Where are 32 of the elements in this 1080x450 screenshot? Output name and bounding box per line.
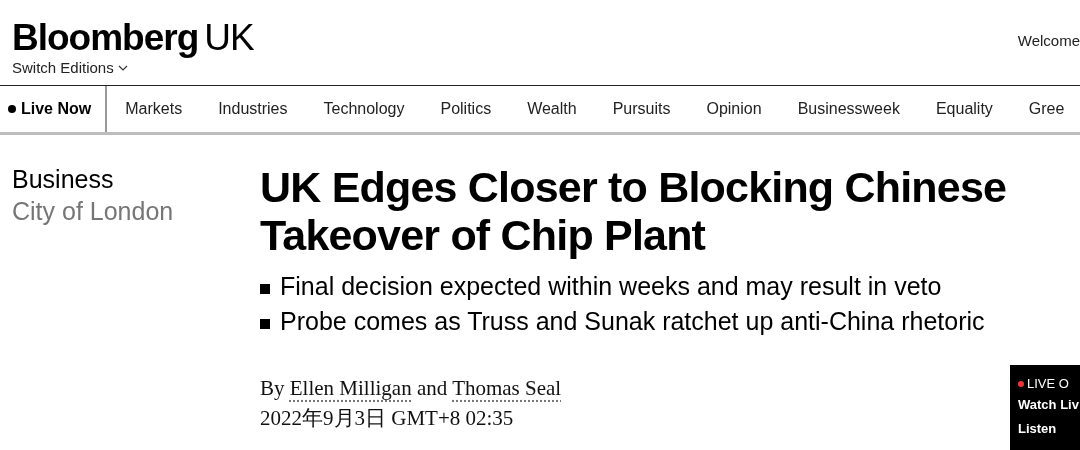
author-link[interactable]: Ellen Milligan [289,376,412,400]
section-label[interactable]: Business [12,163,260,195]
nav-link[interactable]: Industries [200,86,306,132]
nav-link[interactable]: Equality [917,86,1011,132]
welcome-text: Welcome [1017,32,1080,51]
chevron-down-icon [117,64,128,71]
nav-link[interactable]: Pursuits [594,86,689,132]
bullet-square-icon [260,318,270,329]
author-link[interactable]: Thomas Seal [452,376,562,400]
live-label: LIVE O [1018,375,1080,393]
live-dot-icon [8,105,16,113]
nav-link[interactable]: Opinion [688,86,780,132]
summary-bullet: Final decision expected within weeks and may result in veto [280,271,942,302]
nav-link[interactable]: Gree [1010,86,1080,132]
summary-bullet: Probe comes as Truss and Sunak ratchet up anti-China rhetoric [280,306,985,337]
subsection-label[interactable]: City of London [12,195,260,227]
byline-joiner: and [415,376,449,400]
nav-link[interactable]: Technology [305,86,423,132]
live-dot-icon [1018,381,1024,387]
live-now-link[interactable]: Live Now [0,86,108,132]
article-headline: UK Edges Closer to Blocking Chinese Takeover of Chip Plant [260,163,1008,259]
publish-date: 2022年9月3日 GMT+8 02:35 [260,405,514,432]
switch-editions-link[interactable]: Switch Editions [12,59,254,76]
nav-link[interactable]: Businessweek [779,86,918,132]
watch-live-link[interactable]: Watch Liv [1018,393,1080,417]
byline-prefix: By [260,376,286,400]
nav-link[interactable]: Markets [107,86,201,132]
nav-link[interactable]: Politics [422,86,510,132]
listen-link[interactable]: Listen [1018,417,1080,441]
bloomberg-logo[interactable]: Bloomberg UK [12,18,254,58]
nav-link[interactable]: Wealth [509,86,595,132]
bullet-square-icon [260,283,270,294]
